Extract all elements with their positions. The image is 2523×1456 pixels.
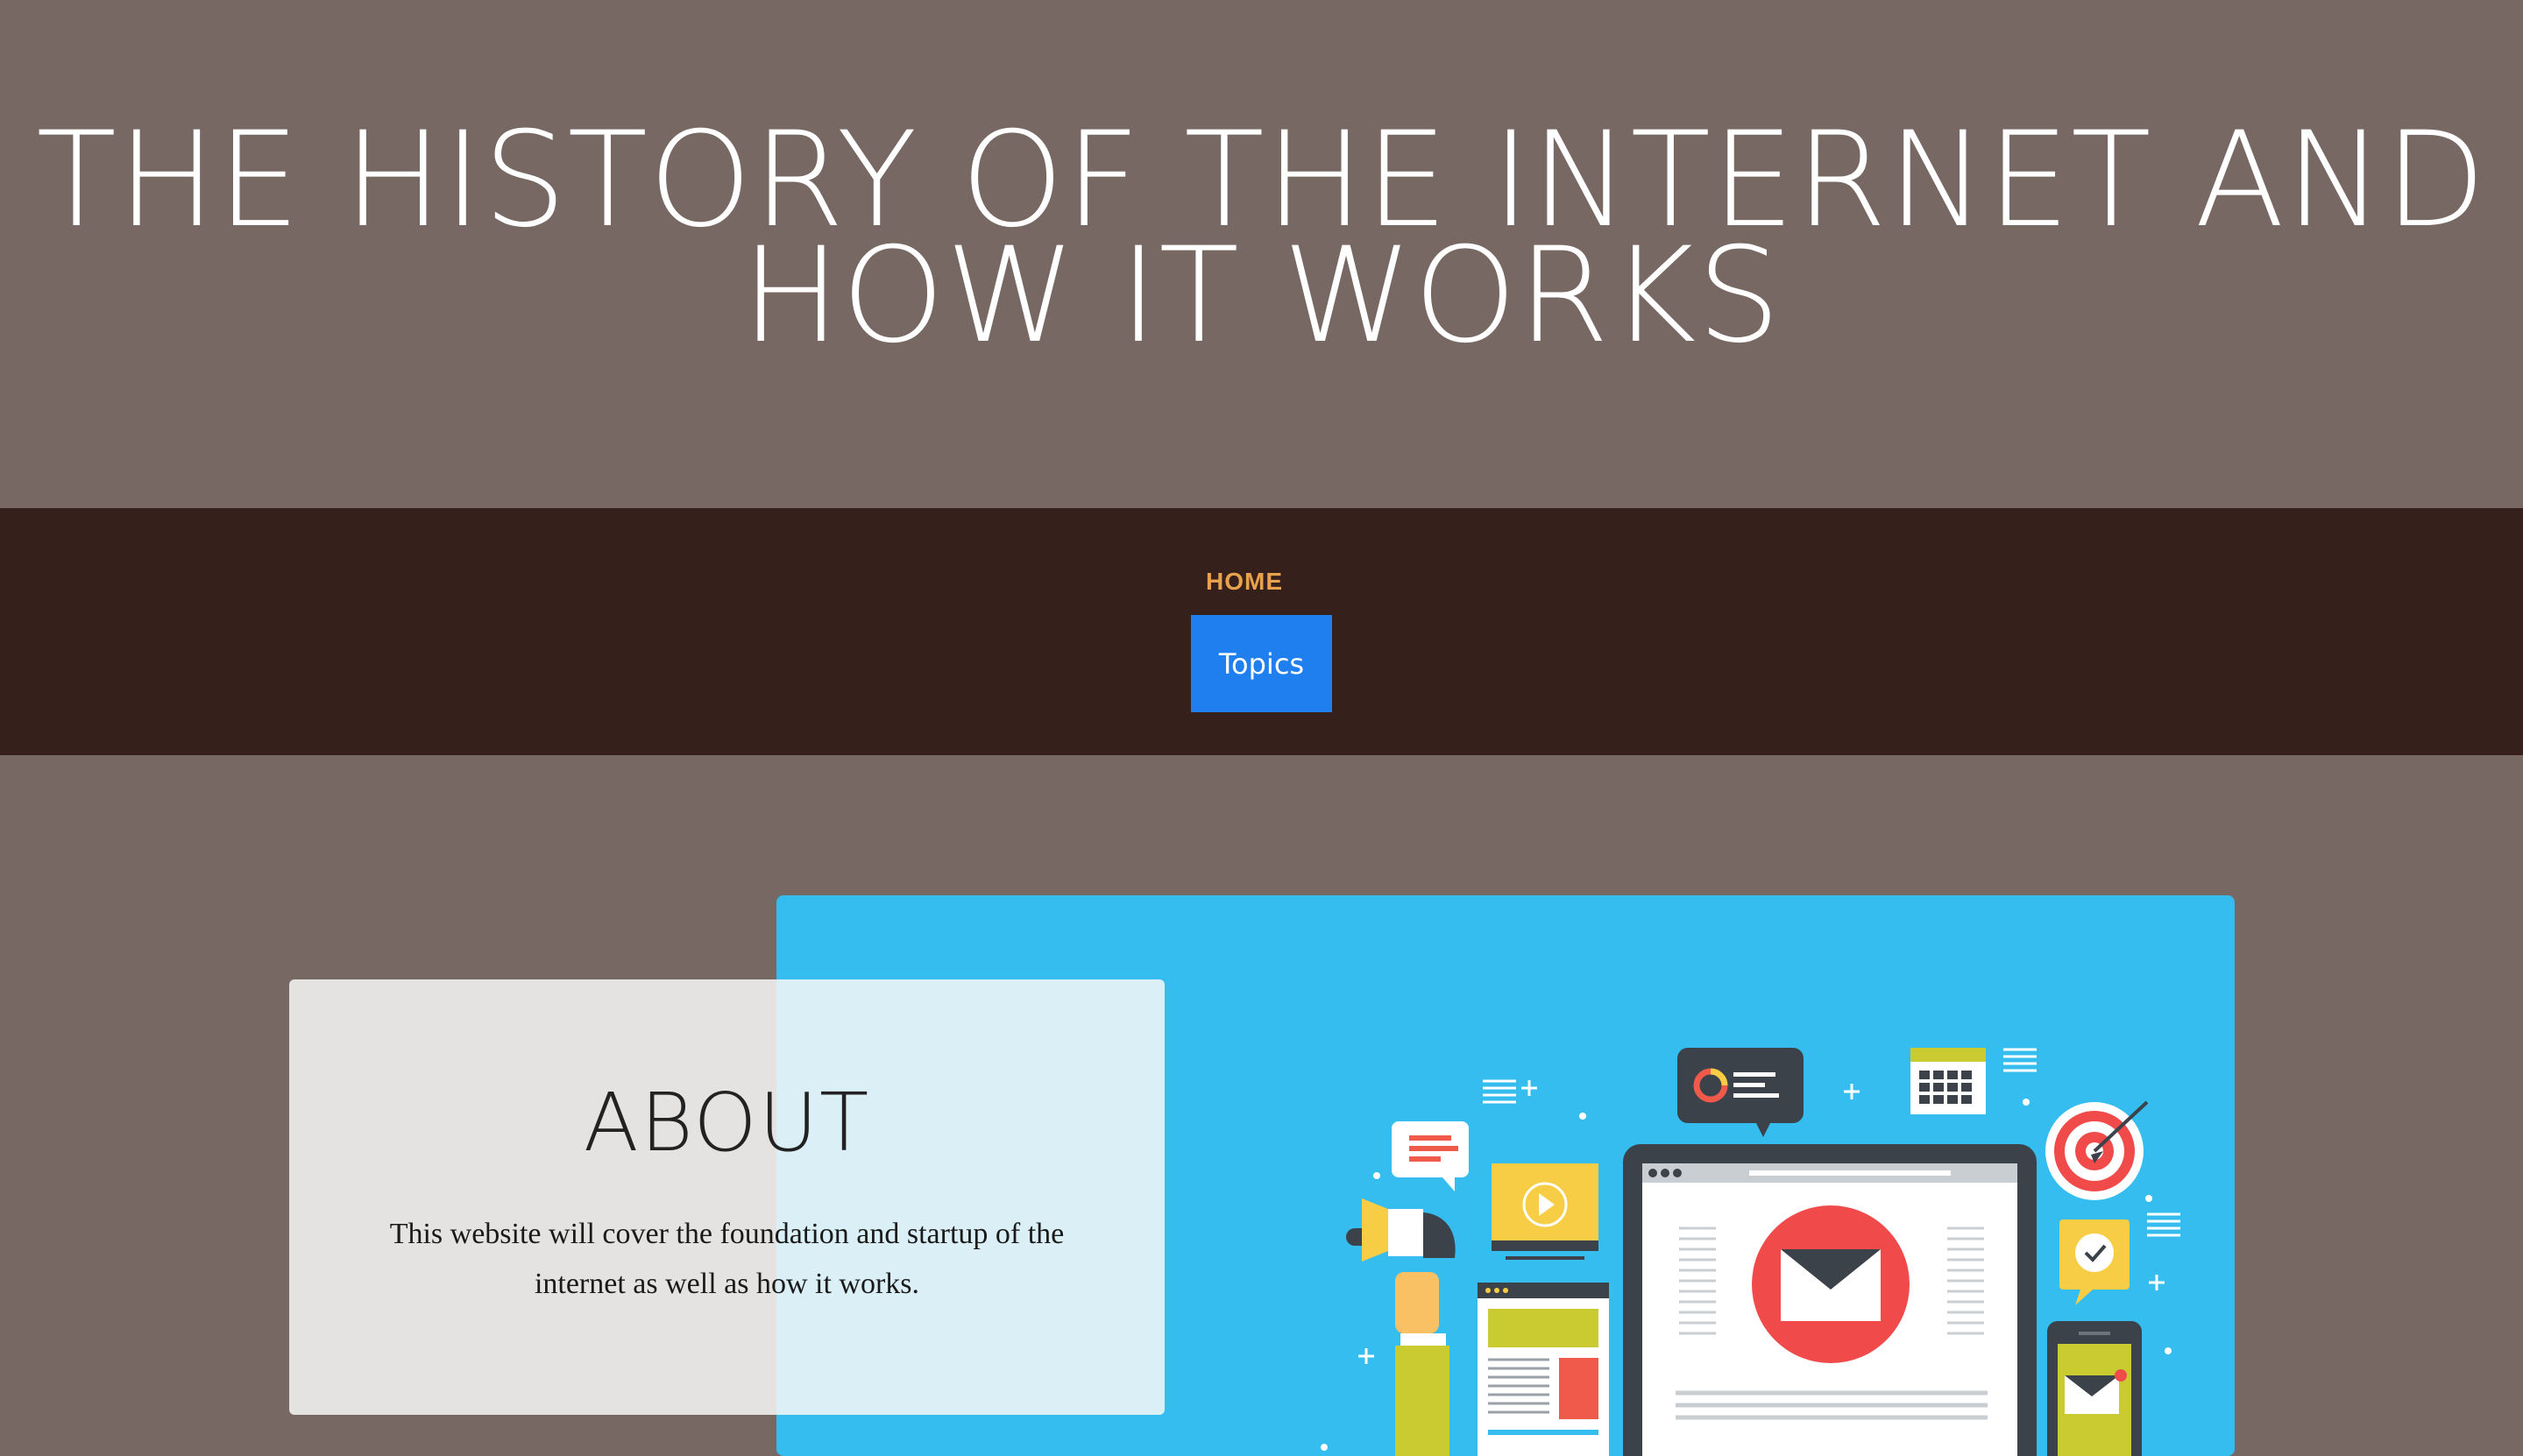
about-description: This website will cover the foundation a…: [389, 1218, 1065, 1300]
envelope-icon: [1752, 1205, 1910, 1363]
about-title: ABOUT: [583, 1076, 871, 1170]
target-icon: [2045, 1100, 2149, 1200]
clock-bubble-icon: [2059, 1219, 2130, 1305]
analytics-bubble-icon: [1677, 1048, 1804, 1137]
topics-button[interactable]: Topics: [1191, 615, 1332, 712]
calendar-icon: [1910, 1048, 1986, 1114]
site-title: THE HISTORY OF THE INTERNET AND HOW IT W…: [36, 104, 2487, 372]
megaphone-icon: [1346, 1198, 1456, 1456]
video-player-icon: [1492, 1163, 1598, 1260]
smartphone-icon: [2047, 1321, 2142, 1456]
chat-bubble-icon: [1392, 1121, 1469, 1191]
about-card: ABOUT This website will cover the founda…: [289, 979, 1165, 1415]
nav-home-link[interactable]: HOME: [0, 568, 2489, 596]
document-icon: [1478, 1283, 1609, 1456]
